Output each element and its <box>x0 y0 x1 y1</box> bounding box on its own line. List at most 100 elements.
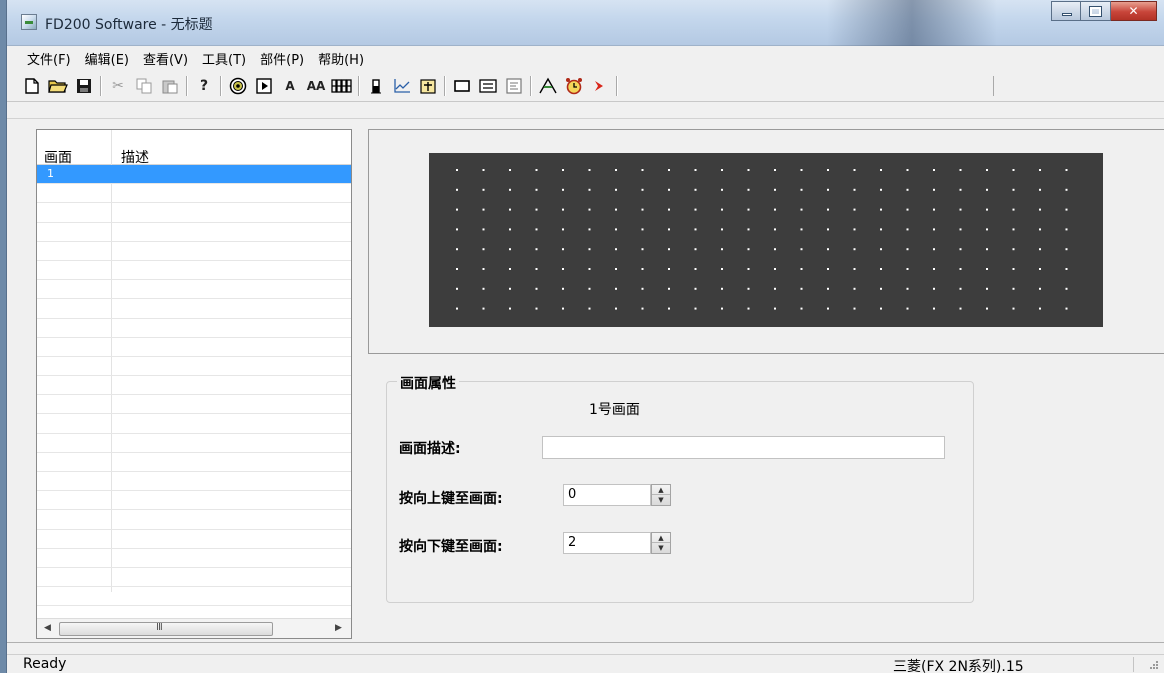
table-row[interactable] <box>37 568 351 588</box>
bitmap-button[interactable] <box>415 73 441 99</box>
up-key-input[interactable]: 0 <box>563 484 651 506</box>
menu-help[interactable]: 帮助(H) <box>318 49 364 68</box>
menu-view[interactable]: 查看(V) <box>143 49 188 68</box>
table-row[interactable] <box>37 203 351 223</box>
spin-up-icon[interactable]: ▲ <box>652 485 670 495</box>
screen-list[interactable]: 画面 描述 1 ◀ III ▶ <box>36 129 352 639</box>
trend-chart-button[interactable] <box>389 73 415 99</box>
maximize-button[interactable] <box>1081 1 1111 21</box>
table-row[interactable] <box>37 530 351 549</box>
table-row[interactable] <box>37 223 351 242</box>
table-row[interactable] <box>37 376 351 396</box>
lcd-dot <box>959 307 962 310</box>
column-header-description[interactable]: 描述 <box>121 147 149 167</box>
lcd-dot <box>933 307 935 310</box>
table-row[interactable] <box>37 261 351 281</box>
minimize-button[interactable] <box>1051 1 1081 21</box>
table-row[interactable] <box>37 510 351 530</box>
spin-down-icon[interactable]: ▼ <box>652 543 670 553</box>
spin-down-icon[interactable]: ▼ <box>652 495 670 505</box>
table-row[interactable] <box>37 414 351 434</box>
lcd-dot <box>747 169 750 171</box>
cut-button[interactable]: ✂ <box>105 73 131 99</box>
screen-button[interactable] <box>501 73 527 99</box>
new-file-button[interactable] <box>19 73 45 99</box>
lcd-dot <box>456 307 458 310</box>
lcd-dot <box>827 307 829 310</box>
bar-button[interactable] <box>363 73 389 99</box>
spin-up-icon[interactable]: ▲ <box>652 533 670 543</box>
down-key-input[interactable]: 2 <box>563 532 651 554</box>
trend-chart-icon <box>394 78 410 93</box>
table-row[interactable] <box>37 453 351 472</box>
table-row[interactable] <box>37 280 351 300</box>
scroll-right-icon[interactable]: ▶ <box>335 623 342 633</box>
horizontal-scrollbar[interactable]: ◀ III ▶ <box>37 618 351 638</box>
keypad-button[interactable] <box>475 73 501 99</box>
lcd-dot <box>694 268 697 270</box>
alarm-clock-button[interactable] <box>561 73 587 99</box>
bitmap-icon <box>420 78 436 94</box>
play-button[interactable] <box>251 73 277 99</box>
lcd-dot <box>456 268 458 270</box>
table-row[interactable] <box>37 472 351 492</box>
copy-button[interactable] <box>131 73 157 99</box>
table-row[interactable] <box>37 434 351 453</box>
lcd-dot <box>615 208 617 211</box>
table-row[interactable] <box>37 338 351 357</box>
help-button[interactable]: ? <box>191 73 217 99</box>
down-key-spinbox: 2 ▲ ▼ <box>563 532 671 554</box>
maximize-icon <box>1089 6 1102 17</box>
arrow-right-icon <box>595 80 603 91</box>
text-button[interactable]: A <box>277 73 303 99</box>
numeric-display-button[interactable] <box>329 73 355 99</box>
table-row[interactable] <box>37 395 351 415</box>
lcd-dot <box>615 307 617 310</box>
table-row[interactable] <box>37 587 351 607</box>
table-row[interactable] <box>37 242 351 261</box>
lcd-dot <box>456 287 458 290</box>
lcd-dot <box>1065 169 1068 171</box>
lcd-dot <box>880 287 882 290</box>
lcd-dot <box>509 268 511 270</box>
table-row[interactable] <box>37 299 351 319</box>
lcd-dot <box>906 287 909 290</box>
lcd-dot <box>959 268 962 270</box>
lcd-dot <box>668 228 670 231</box>
close-button[interactable]: ✕ <box>1111 1 1157 21</box>
large-text-button[interactable]: AA <box>303 73 329 99</box>
open-file-button[interactable] <box>45 73 71 99</box>
title-bar[interactable]: FD200 Software - 无标题 ✕ <box>7 0 1164 46</box>
run-button[interactable] <box>587 73 613 99</box>
save-button[interactable] <box>71 73 97 99</box>
frame-button[interactable] <box>449 73 475 99</box>
table-row[interactable] <box>37 491 351 511</box>
scroll-thumb[interactable]: III <box>59 622 273 636</box>
lcd-display[interactable] <box>429 153 1103 327</box>
new-file-icon <box>25 77 39 94</box>
table-row[interactable]: 1 <box>37 165 351 185</box>
scroll-left-icon[interactable]: ◀ <box>44 623 51 633</box>
lcd-dot <box>588 287 591 290</box>
lcd-dot <box>588 248 591 251</box>
description-input[interactable] <box>542 436 945 459</box>
menu-tools[interactable]: 工具(T) <box>202 49 246 68</box>
paste-icon <box>162 80 178 93</box>
download-button[interactable] <box>535 73 561 99</box>
screen-preview <box>368 129 1164 354</box>
table-row[interactable] <box>37 357 351 377</box>
paste-button[interactable] <box>157 73 183 99</box>
lcd-dot <box>853 208 856 211</box>
column-header-screen[interactable]: 画面 <box>44 147 72 167</box>
target-button[interactable] <box>225 73 251 99</box>
table-row[interactable] <box>37 184 351 204</box>
table-row[interactable] <box>37 319 351 338</box>
resize-grip-icon[interactable] <box>1150 661 1159 670</box>
lcd-dot <box>853 188 856 191</box>
lcd-dot <box>906 268 909 270</box>
menu-file[interactable]: 文件(F) <box>27 49 71 68</box>
menu-edit[interactable]: 编辑(E) <box>85 49 129 68</box>
table-row[interactable] <box>37 549 351 568</box>
menu-parts[interactable]: 部件(P) <box>260 49 304 68</box>
lcd-dot <box>800 188 803 191</box>
